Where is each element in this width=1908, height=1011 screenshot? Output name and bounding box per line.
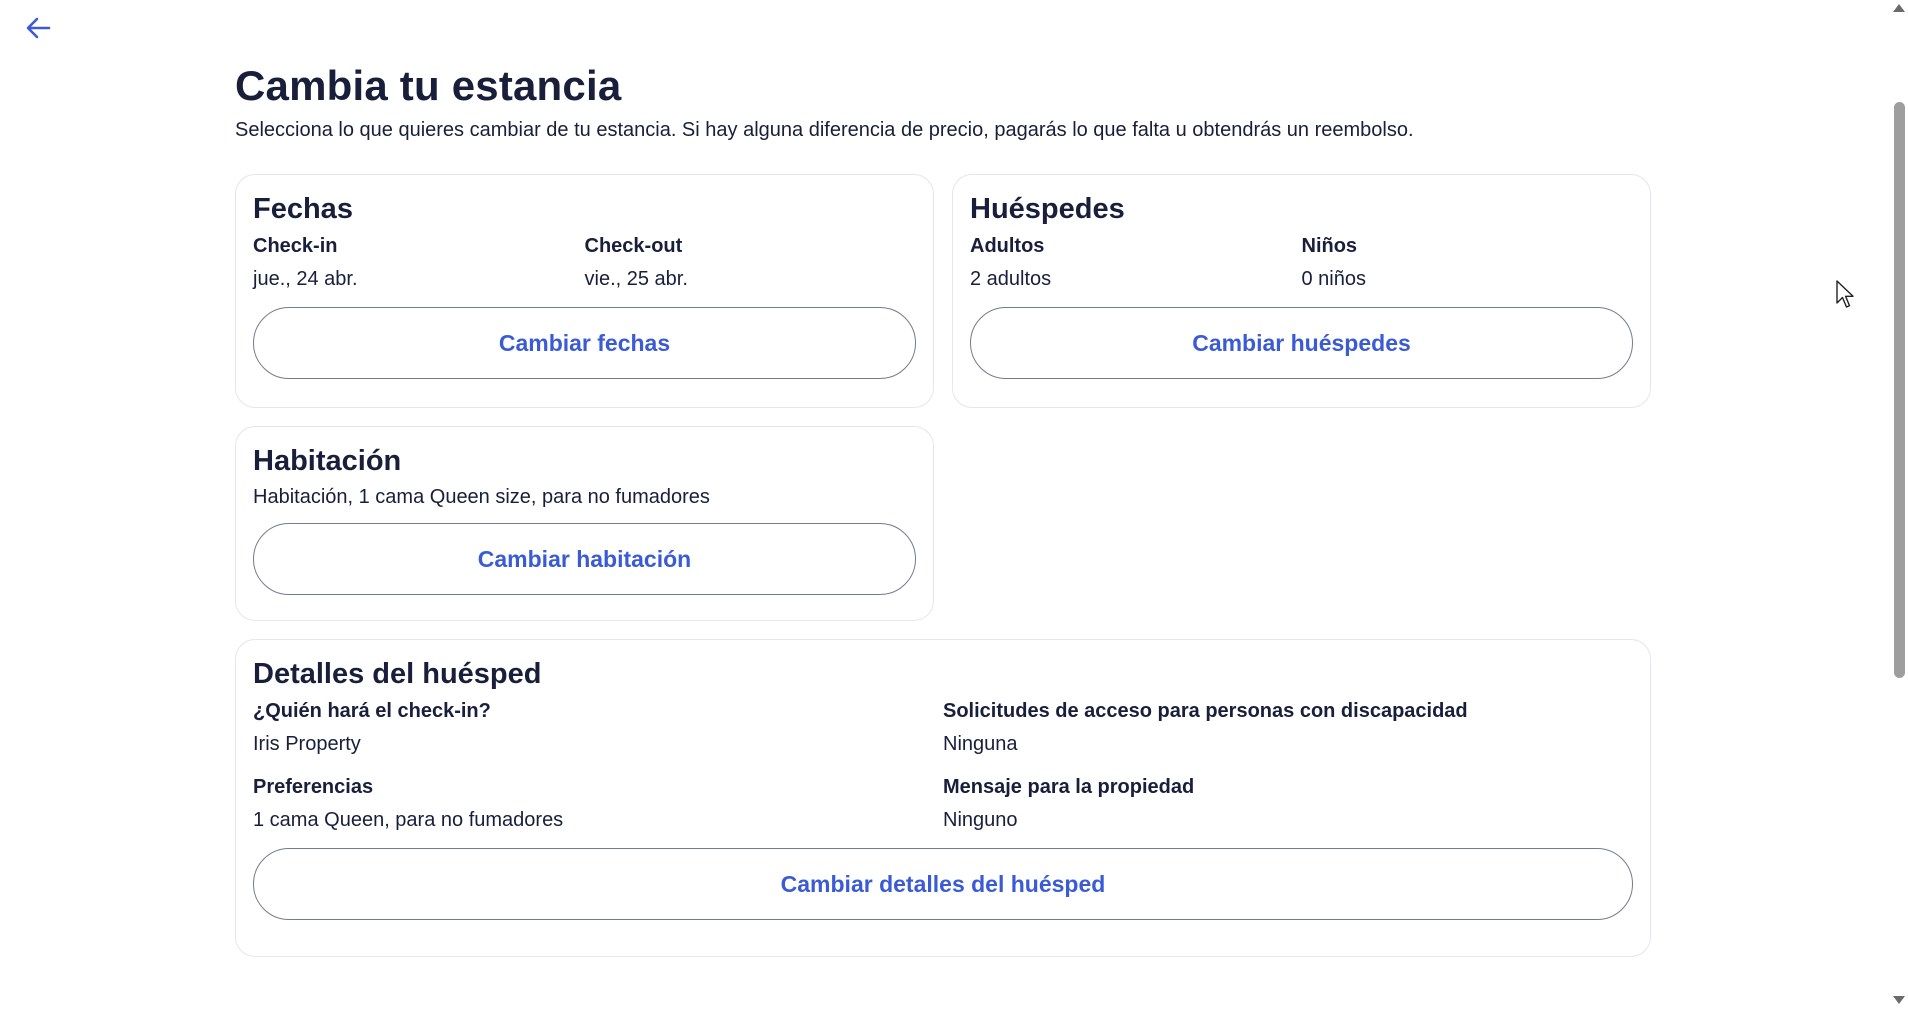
dates-fields: Check-in jue., 24 abr. Check-out vie., 2… [253,233,916,293]
scroll-down-arrow-icon[interactable] [1893,996,1905,1004]
change-guest-details-button[interactable]: Cambiar detalles del huésped [253,848,1633,920]
adults-value: 2 adultos [970,268,1052,290]
dates-title: Fechas [253,193,353,225]
guest-details-row-1: ¿Quién hará el check-in? Iris Property S… [253,698,1633,758]
guests-title: Huéspedes [970,193,1125,225]
checkout-label: Check-out [584,235,683,257]
checkin-person-field: ¿Quién hará el check-in? Iris Property [253,698,943,758]
guest-details-title: Detalles del huésped [253,658,542,690]
page-subtitle: Selecciona lo que quieres cambiar de tu … [235,119,1414,141]
back-button[interactable] [20,12,56,44]
accessibility-label: Solicitudes de acceso para personas con … [943,700,1468,722]
preferences-label: Preferencias [253,776,374,798]
children-label: Niños [1301,235,1358,257]
change-dates-button[interactable]: Cambiar fechas [253,307,916,379]
guests-fields: Adultos 2 adultos Niños 0 niños [970,233,1633,293]
checkin-label: Check-in [253,235,338,257]
change-room-button[interactable]: Cambiar habitación [253,523,916,595]
room-title: Habitación [253,445,402,477]
message-label: Mensaje para la propiedad [943,776,1195,798]
mouse-pointer-icon [1836,280,1856,315]
checkin-field: Check-in jue., 24 abr. [253,233,585,293]
checkout-field: Check-out vie., 25 abr. [585,233,917,293]
checkin-person-label: ¿Quién hará el check-in? [253,700,491,722]
checkin-value: jue., 24 abr. [253,268,358,290]
scroll-thumb[interactable] [1894,102,1905,678]
checkout-value: vie., 25 abr. [584,268,688,290]
main-content: Cambia tu estancia Selecciona lo que qui… [235,60,1650,144]
adults-field: Adultos 2 adultos [970,233,1302,293]
arrow-left-icon [26,17,51,39]
adults-label: Adultos [970,235,1045,257]
children-field: Niños 0 niños [1302,233,1634,293]
checkin-person-value: Iris Property [253,733,361,755]
dates-card: Fechas Check-in jue., 24 abr. Check-out … [235,174,934,408]
preferences-value: 1 cama Queen, para no fumadores [253,809,564,831]
guest-details-card: Detalles del huésped ¿Quién hará el chec… [235,639,1651,957]
vertical-scrollbar[interactable] [1890,0,1908,1011]
page-title: Cambia tu estancia [235,62,622,109]
accessibility-value: Ninguna [943,733,1018,755]
guests-card: Huéspedes Adultos 2 adultos Niños 0 niño… [952,174,1651,408]
change-guests-button[interactable]: Cambiar huéspedes [970,307,1633,379]
preferences-field: Preferencias 1 cama Queen, para no fumad… [253,774,943,834]
guest-details-row-2: Preferencias 1 cama Queen, para no fumad… [253,774,1633,834]
scroll-up-arrow-icon[interactable] [1893,4,1905,12]
accessibility-field: Solicitudes de acceso para personas con … [943,698,1633,758]
message-value: Ninguno [943,809,1018,831]
room-card: Habitación Habitación, 1 cama Queen size… [235,426,934,621]
message-field: Mensaje para la propiedad Ninguno [943,774,1633,834]
room-description: Habitación, 1 cama Queen size, para no f… [253,486,710,508]
children-value: 0 niños [1301,268,1367,290]
